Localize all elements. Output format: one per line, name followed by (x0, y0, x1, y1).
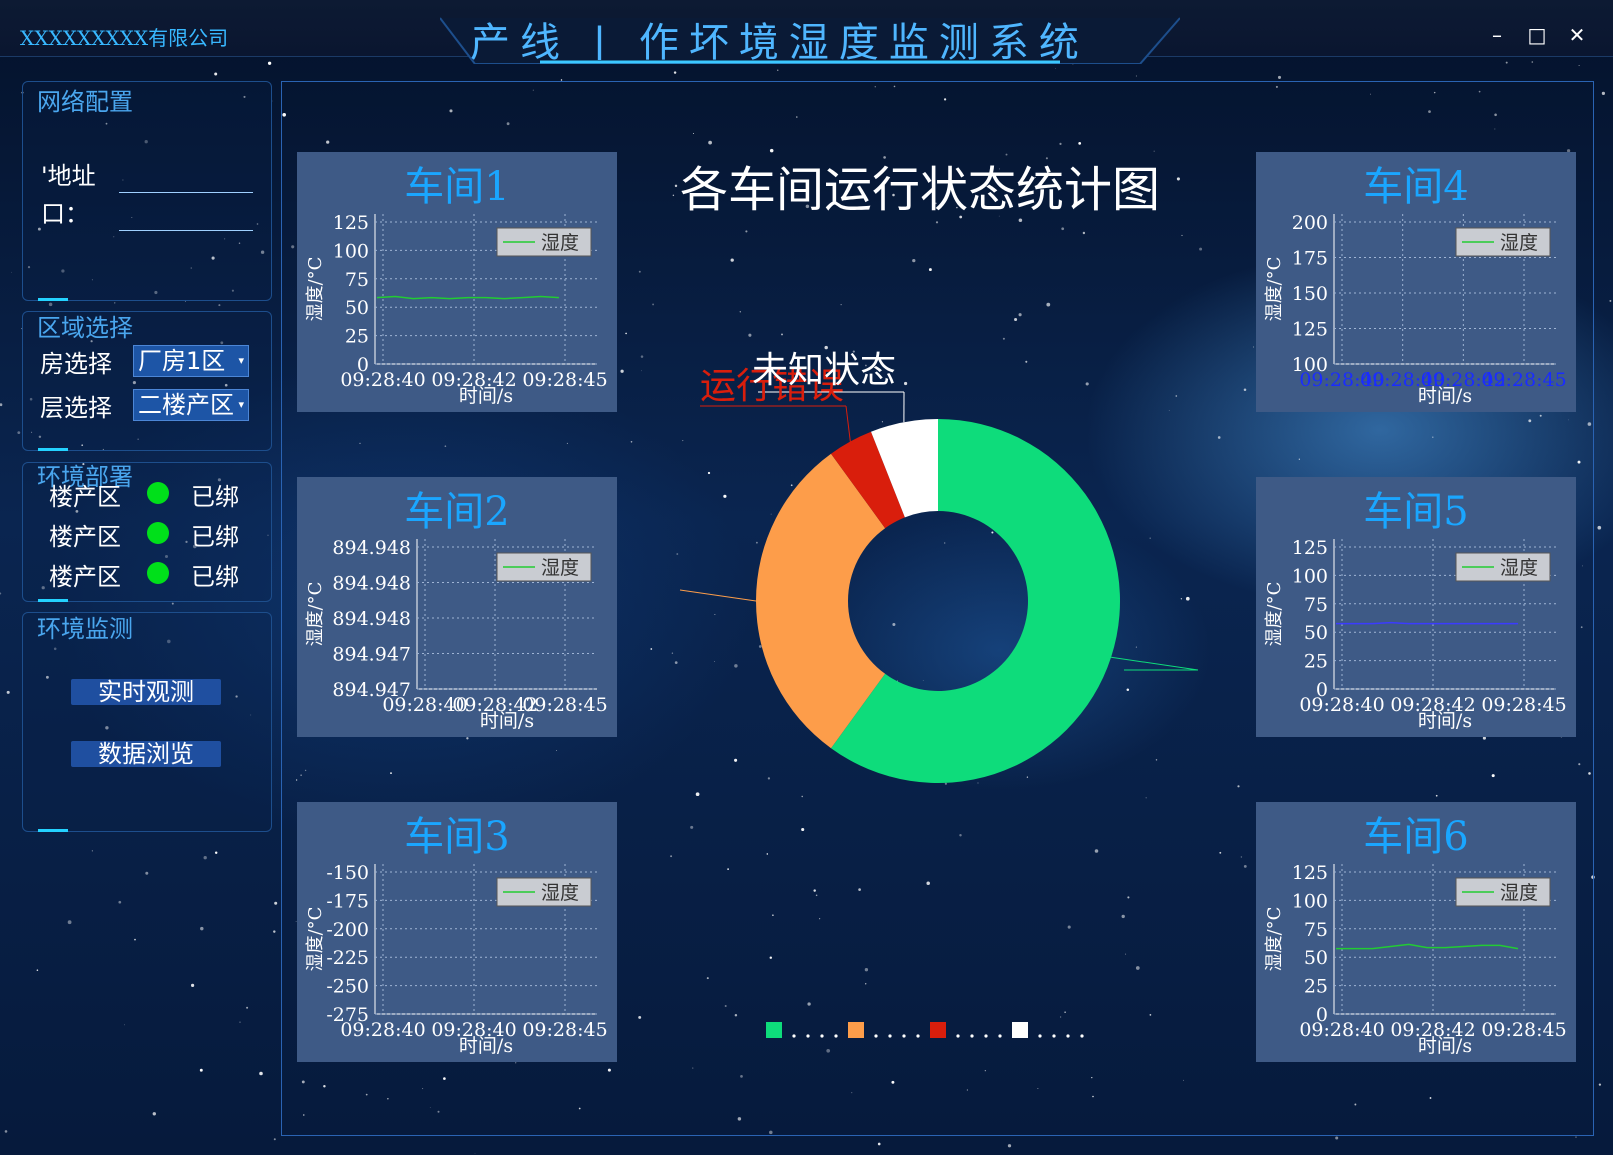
legend-dot (792, 1034, 796, 1038)
legend-dot (1066, 1034, 1070, 1038)
legend-dot (888, 1034, 892, 1038)
legend-marker (766, 1022, 782, 1038)
leader-line (679, 589, 757, 602)
legend-dot (916, 1034, 920, 1038)
legend-dot (874, 1034, 878, 1038)
app-window: XXXXXXXXX有限公司 产线 | 作坏境湿度监测系统 – □ ✕ 网络配置 … (0, 0, 1613, 1155)
legend-marker (1012, 1022, 1028, 1038)
legend-dot (820, 1034, 824, 1038)
legend-dot (984, 1034, 988, 1038)
leader-line (845, 405, 851, 442)
legend-dot (902, 1034, 906, 1038)
leader-line (1111, 656, 1199, 671)
legend-dot (1038, 1034, 1042, 1038)
legend-dot (834, 1034, 838, 1038)
legend-dot (956, 1034, 960, 1038)
slice-label: 未知状态 (752, 350, 896, 391)
legend-dot (1080, 1034, 1084, 1038)
legend-dot (806, 1034, 810, 1038)
legend-marker (930, 1022, 946, 1038)
legend-marker (848, 1022, 864, 1038)
legend-dot (1052, 1034, 1056, 1038)
legend-dot (970, 1034, 974, 1038)
legend-dot (998, 1034, 1002, 1038)
status-donut-chart: 运行错误未知状态 (679, 350, 1199, 1038)
